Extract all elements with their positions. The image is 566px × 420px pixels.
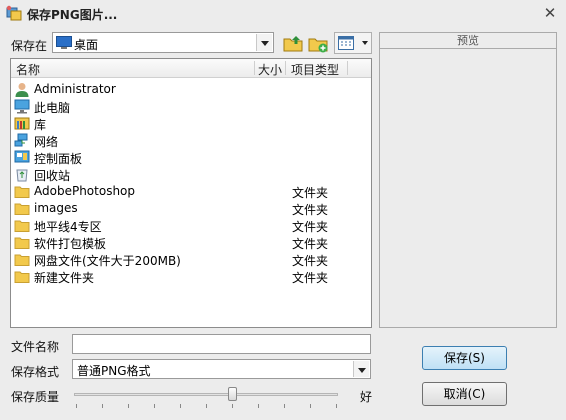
list-item-name: 新建文件夹 xyxy=(34,271,95,285)
list-item[interactable]: 地平线4专区 文件夹 xyxy=(11,217,371,234)
slider-tick xyxy=(310,404,311,408)
window-title: 保存PNG图片... xyxy=(27,8,118,22)
list-item[interactable]: 新建文件夹 文件夹 xyxy=(11,268,371,285)
slider-tick xyxy=(128,404,129,408)
folder-icon xyxy=(14,218,30,233)
preview-label: 预览 xyxy=(380,33,556,49)
new-folder-icon[interactable] xyxy=(307,32,329,54)
save-in-value: 桌面 xyxy=(74,38,99,52)
folder-icon xyxy=(14,201,30,216)
format-dropdown[interactable]: 普通PNG格式 xyxy=(72,359,371,379)
title-bar: 保存PNG图片... ✕ xyxy=(0,0,566,26)
slider-tick xyxy=(76,404,77,408)
list-item[interactable]: 网盘文件(文件大于200MB) 文件夹 xyxy=(11,251,371,268)
column-divider xyxy=(285,61,286,75)
format-value: 普通PNG格式 xyxy=(77,364,151,378)
slider-tick xyxy=(102,404,103,408)
library-icon xyxy=(14,116,30,131)
chevron-down-icon[interactable] xyxy=(353,361,369,377)
control-panel-icon xyxy=(14,150,30,165)
user-icon xyxy=(14,82,30,97)
list-item[interactable]: AdobePhotoshop 文件夹 xyxy=(11,183,371,200)
list-item-type: 文件夹 xyxy=(292,254,329,268)
up-folder-icon[interactable] xyxy=(282,32,304,54)
file-list[interactable]: 名称 大小 项目类型 Administrator 此电脑库网络控制面板回收站 Ado… xyxy=(10,58,372,328)
list-item-type: 文件夹 xyxy=(292,203,329,217)
list-item-name: AdobePhotoshop xyxy=(34,184,136,198)
folder-icon xyxy=(14,184,30,199)
save-button[interactable]: 保存(S) xyxy=(422,346,507,370)
save-in-dropdown[interactable]: 桌面 xyxy=(52,32,274,53)
column-header-type[interactable]: 项目类型 xyxy=(291,61,339,78)
list-item[interactable]: 软件打包模板 文件夹 xyxy=(11,234,371,251)
app-icon xyxy=(6,5,22,21)
quality-label: 保存质量 xyxy=(11,390,60,404)
list-item[interactable]: 库 xyxy=(11,115,371,132)
close-icon[interactable]: ✕ xyxy=(541,4,559,22)
list-item-type: 文件夹 xyxy=(292,271,329,285)
network-icon xyxy=(14,133,30,148)
quality-high-label: 好 xyxy=(360,390,373,404)
view-grid-icon xyxy=(338,36,354,50)
list-item[interactable]: 此电脑 xyxy=(11,98,371,115)
list-item-name: 此电脑 xyxy=(34,101,71,115)
filename-label: 文件名称 xyxy=(11,340,60,354)
slider-tick xyxy=(154,404,155,408)
list-item-type: 文件夹 xyxy=(292,237,329,251)
column-header-name[interactable]: 名称 xyxy=(16,61,40,78)
folder-icon xyxy=(14,252,30,267)
column-header-size[interactable]: 大小 xyxy=(258,61,282,78)
list-item-name: 地平线4专区 xyxy=(34,220,102,234)
cancel-button[interactable]: 取消(C) xyxy=(422,382,507,406)
list-item-name: 网络 xyxy=(34,135,59,149)
list-item-name: 网盘文件(文件大于200MB) xyxy=(34,254,181,268)
column-divider xyxy=(347,61,348,75)
quality-slider-thumb[interactable] xyxy=(228,387,237,401)
preview-panel: 预览 xyxy=(379,32,557,328)
slider-tick xyxy=(180,404,181,408)
recycle-bin-icon xyxy=(14,167,30,182)
column-divider xyxy=(254,61,255,75)
computer-icon xyxy=(14,99,30,114)
view-menu-button[interactable] xyxy=(334,32,372,54)
list-item-name: 控制面板 xyxy=(34,152,83,166)
folder-icon xyxy=(14,269,30,284)
list-header: 名称 大小 项目类型 xyxy=(11,59,371,78)
slider-tick xyxy=(284,404,285,408)
slider-tick xyxy=(336,404,337,408)
desktop-icon xyxy=(56,36,72,49)
quality-slider-track[interactable] xyxy=(74,393,338,396)
slider-tick xyxy=(206,404,207,408)
filename-input[interactable] xyxy=(72,334,371,354)
save-in-label: 保存在 xyxy=(11,39,48,53)
list-item-name: 库 xyxy=(34,118,47,132)
list-item[interactable]: images 文件夹 xyxy=(11,200,371,217)
list-item-name: 回收站 xyxy=(34,169,71,183)
view-dropdown-icon xyxy=(362,41,368,45)
slider-tick xyxy=(258,404,259,408)
list-item[interactable]: Administrator xyxy=(11,81,371,98)
slider-tick xyxy=(232,404,233,408)
list-item[interactable]: 控制面板 xyxy=(11,149,371,166)
folder-icon xyxy=(14,235,30,250)
chevron-down-icon[interactable] xyxy=(256,34,272,51)
list-item-name: 软件打包模板 xyxy=(34,237,107,251)
list-item-name: images xyxy=(34,201,78,215)
list-item-type: 文件夹 xyxy=(292,186,329,200)
list-item[interactable]: 回收站 xyxy=(11,166,371,183)
format-label: 保存格式 xyxy=(11,365,60,379)
list-item-type: 文件夹 xyxy=(292,220,329,234)
list-item-name: Administrator xyxy=(34,82,116,96)
list-item[interactable]: 网络 xyxy=(11,132,371,149)
